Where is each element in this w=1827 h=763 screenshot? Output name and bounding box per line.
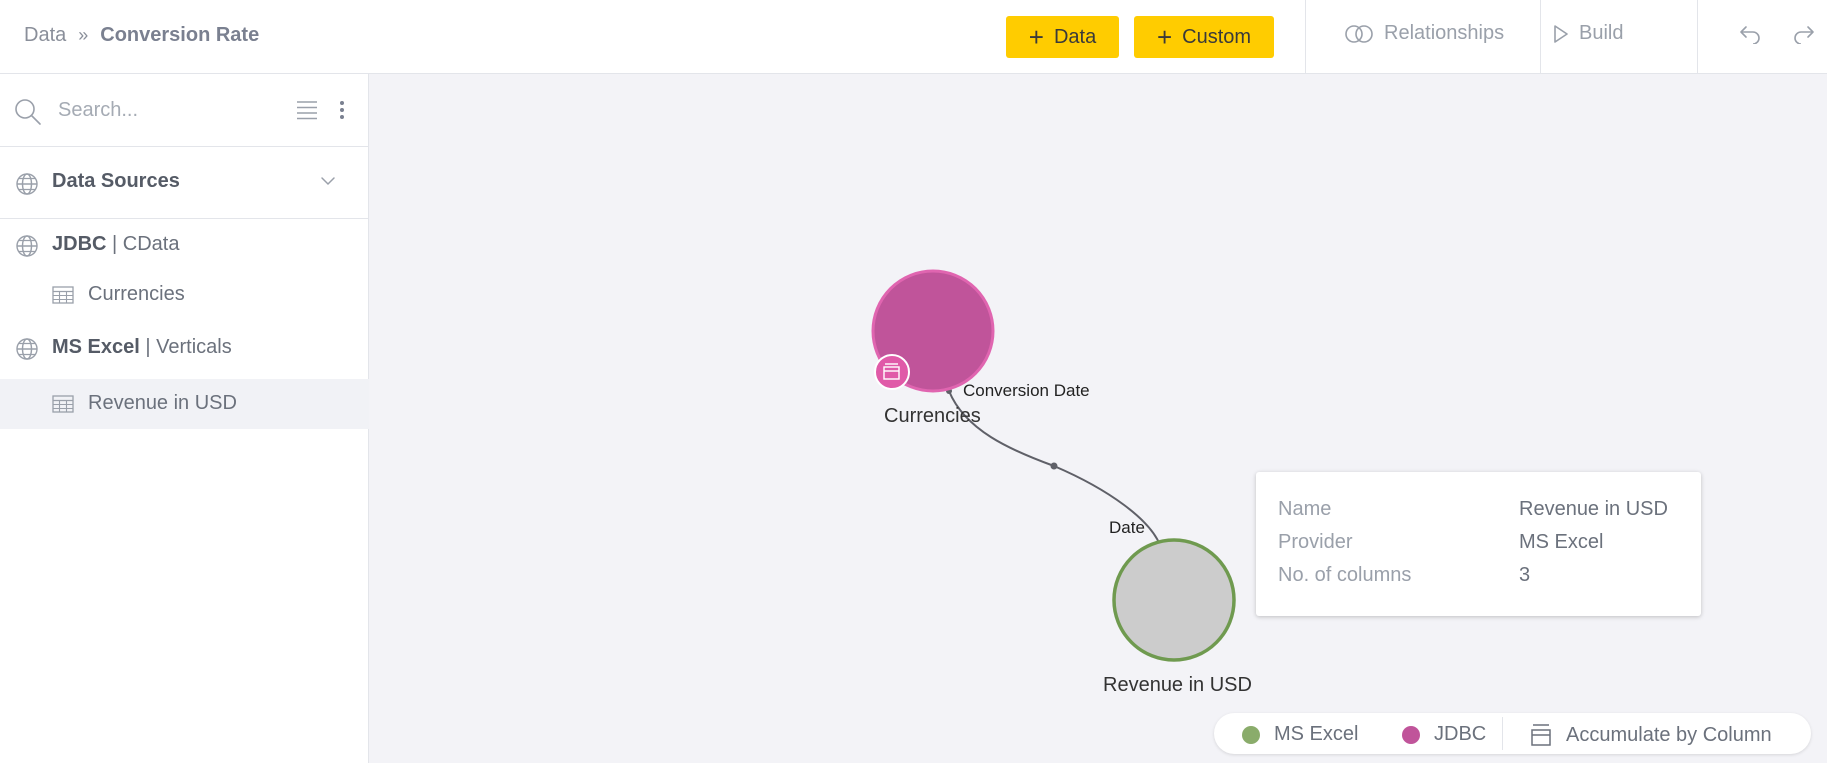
tooltip-key: Provider	[1278, 531, 1353, 553]
node-revenue-in-usd[interactable]	[1112, 538, 1236, 662]
legend-label: JDBC	[1434, 723, 1487, 745]
graph-layer	[871, 269, 1236, 662]
accumulate-icon	[1531, 724, 1551, 746]
jdbc-dot-icon	[1402, 725, 1420, 744]
node-label-currencies: Currencies	[884, 405, 981, 427]
legend-item-jdbc: JDBC	[1402, 723, 1486, 746]
legend-item-accumulate: Accumulate by Column	[1530, 723, 1772, 747]
edge-midpoint-handle[interactable]	[1050, 462, 1058, 470]
ms-excel-dot-icon	[1242, 725, 1260, 744]
tooltip-key: Name	[1278, 498, 1332, 520]
tooltip-key: No. of columns	[1278, 564, 1412, 586]
legend-divider	[1502, 717, 1503, 750]
tooltip-value: MS Excel	[1519, 531, 1604, 553]
tooltip-value: 3	[1519, 564, 1531, 586]
legend-item-ms-excel: MS Excel	[1242, 723, 1358, 746]
legend-bar: MS Excel JDBC Accumulate by Column	[1214, 713, 1811, 754]
legend-label: Accumulate by Column	[1566, 723, 1772, 746]
edge-label-to-column: Date	[1109, 518, 1145, 537]
node-info-tooltip: Name Revenue in USD Provider MS Excel No…	[1256, 472, 1701, 616]
accumulate-badge[interactable]	[874, 354, 910, 390]
node-label-revenue-in-usd: Revenue in USD	[1103, 674, 1252, 696]
legend-label: MS Excel	[1274, 723, 1359, 745]
tooltip-value: Revenue in USD	[1519, 498, 1668, 520]
edge-label-from-column: Conversion Date	[963, 381, 1090, 400]
